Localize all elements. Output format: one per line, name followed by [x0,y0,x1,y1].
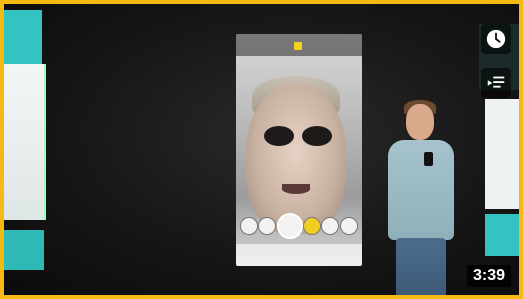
set-panel [485,99,519,209]
lens-carousel [236,212,362,240]
add-to-queue-button[interactable] [481,68,511,98]
lens-option [303,217,322,235]
filter-eye-mask [302,126,332,146]
clock-icon [486,29,506,49]
presenter-jeans [396,238,446,295]
lens-option [240,217,259,235]
phone-bottombar [236,244,362,266]
lens-option-selected [276,213,303,239]
thumbnail-image [4,4,519,295]
queue-icon [487,76,505,88]
presenter-phone [424,152,433,166]
duration-badge: 3:39 [466,265,511,287]
video-thumbnail[interactable]: 3:39 [0,0,523,299]
mouth [282,184,310,194]
set-panel [4,230,44,270]
set-panel [485,214,519,256]
presenter-head [406,104,434,140]
filter-eye-mask [264,126,294,146]
lens-option [258,217,277,235]
flash-icon [294,42,302,50]
lens-option [339,217,358,235]
presenter-shirt [388,140,454,240]
presenter [386,100,456,295]
set-panel [4,10,42,66]
phone-screen-display [236,34,362,266]
lens-option [321,217,340,235]
watch-later-button[interactable] [481,24,511,54]
set-panel [4,64,46,220]
